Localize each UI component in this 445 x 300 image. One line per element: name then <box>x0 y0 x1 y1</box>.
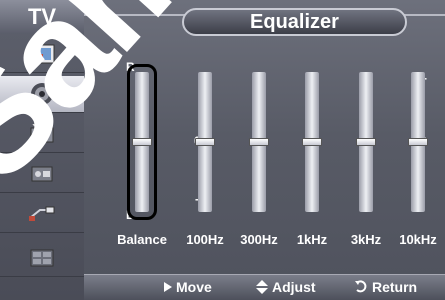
sidebar-item-setup[interactable] <box>0 156 84 193</box>
sidebar-item-channel[interactable] <box>0 116 84 153</box>
input-icon <box>27 202 57 226</box>
equalizer-panel: Equalizer R L 0 - + 0 - Balance100Hz300H… <box>84 0 445 300</box>
return-hint: Return <box>354 279 417 295</box>
move-hint: Move <box>164 279 212 295</box>
slider-knob[interactable] <box>302 138 322 146</box>
slider-label: 10kHz <box>399 232 437 247</box>
channel-icon <box>27 122 57 146</box>
sidebar-title: TV <box>0 0 84 34</box>
slider-10khz[interactable] <box>408 72 428 212</box>
sidebar-item-input[interactable] <box>0 196 84 233</box>
sidebar-item-picture[interactable] <box>0 36 84 73</box>
equalizer-sliders: R L 0 - + 0 - Balance100Hz300Hz1kHz3kHz1… <box>84 48 445 248</box>
slider-knob[interactable] <box>356 138 376 146</box>
slider-label: 3kHz <box>350 232 382 247</box>
slider-knob[interactable] <box>132 138 152 146</box>
slider-knob[interactable] <box>249 138 269 146</box>
slider-label: 1kHz <box>296 232 328 247</box>
balance-right-mark: R <box>126 60 135 74</box>
slider-balance[interactable] <box>127 64 157 220</box>
balance-left-mark: L <box>126 208 134 222</box>
adjust-hint-label: Adjust <box>272 279 316 295</box>
slider-label: 100Hz <box>186 232 224 247</box>
sidebar: TV <box>0 0 84 300</box>
adjust-hint: Adjust <box>256 279 316 295</box>
return-hint-label: Return <box>372 279 418 295</box>
slider-3khz[interactable] <box>356 72 376 212</box>
slider-knob[interactable] <box>408 138 428 146</box>
title-rule-right <box>403 14 445 30</box>
page-title: Equalizer <box>182 8 407 36</box>
application-icon <box>27 246 57 270</box>
slider-label: 300Hz <box>240 232 278 247</box>
up-down-arrow-icon <box>256 280 268 294</box>
footer-hint-bar: Move Adjust Return <box>84 274 445 300</box>
slider-1khz[interactable] <box>302 72 322 212</box>
setup-icon <box>27 162 57 186</box>
move-hint-label: Move <box>176 279 212 295</box>
picture-icon <box>27 42 57 66</box>
tv-osd-screen: TV Equalizer R L - Balance 100Hz 300Hz 1… <box>0 0 445 300</box>
slider-100hz[interactable] <box>195 72 215 212</box>
slider-300hz[interactable] <box>249 72 269 212</box>
slider-label: Balance <box>117 232 167 247</box>
sidebar-item-sound[interactable] <box>0 76 84 113</box>
play-arrow-icon <box>164 282 172 292</box>
sidebar-item-application[interactable] <box>0 240 84 277</box>
sound-icon <box>27 82 57 106</box>
slider-knob[interactable] <box>195 138 215 146</box>
title-rule-left <box>84 14 186 30</box>
return-arrow-icon <box>355 280 367 293</box>
